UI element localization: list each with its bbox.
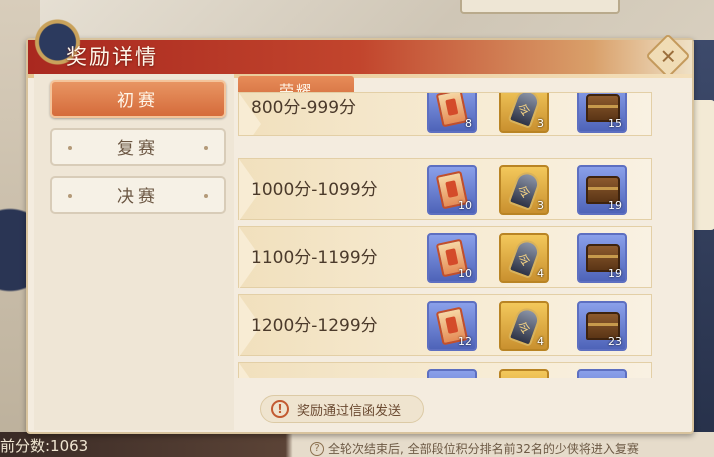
score-range: 1200分-1299分 <box>251 316 378 336</box>
reward-details-dialog: 奖励详情 ✕ 初赛 复赛 决赛 荣耀 800分-999分 8 3 15 1000… <box>8 6 694 434</box>
item-count: 10 <box>458 267 472 280</box>
reward-item[interactable]: 15 <box>577 93 627 133</box>
score-range: 800分-999分 <box>251 98 357 118</box>
item-count: 3 <box>537 117 544 130</box>
reward-item[interactable]: 4 <box>499 301 549 351</box>
reward-row: 1000分-1099分 10 3 19 <box>238 158 652 221</box>
item-count: 19 <box>608 199 622 212</box>
close-button[interactable]: ✕ <box>645 33 691 79</box>
item-count: 15 <box>608 117 622 130</box>
close-icon: ✕ <box>659 43 677 68</box>
reward-item[interactable] <box>499 369 549 378</box>
scroll-icon <box>435 93 469 128</box>
reward-item[interactable]: 19 <box>577 165 627 215</box>
reward-item[interactable]: 8 <box>427 93 477 133</box>
item-count: 23 <box>608 335 622 348</box>
tab-label: 初赛 <box>117 91 159 111</box>
tab-preliminary[interactable]: 初赛 <box>50 80 226 118</box>
reward-item[interactable]: 3 <box>499 93 549 133</box>
reward-row-partial <box>238 362 652 378</box>
reward-row: 800分-999分 8 3 15 <box>238 92 652 136</box>
bottom-rule-note: ? 全轮次结束后, 全部段位积分排名前32名的少侠将进入复赛 <box>310 440 639 457</box>
score-range: 1000分-1099分 <box>251 180 378 200</box>
item-count: 3 <box>537 199 544 212</box>
mail-notice: ! 奖励通过信函发送 <box>260 395 424 423</box>
notice-text: 奖励通过信函发送 <box>297 403 402 419</box>
stage-tab-panel: 初赛 复赛 决赛 <box>34 74 234 430</box>
reward-item[interactable] <box>427 369 477 378</box>
tab-label: 决赛 <box>117 187 159 207</box>
score-range: 1100分-1199分 <box>251 248 378 268</box>
reward-item[interactable]: 12 <box>427 301 477 351</box>
tab-second-round[interactable]: 复赛 <box>50 128 226 166</box>
item-count: 4 <box>537 267 544 280</box>
dialog-title: 奖励详情 <box>66 45 158 69</box>
dialog-header: 奖励详情 ✕ <box>8 6 692 79</box>
help-icon[interactable]: ? <box>310 441 324 456</box>
warning-icon: ! <box>271 400 289 418</box>
reward-row: 1200分-1299分 12 4 23 <box>238 294 652 357</box>
reward-item[interactable]: 23 <box>577 301 627 351</box>
background-top-button <box>460 0 620 14</box>
reward-row: 1100分-1199分 10 4 19 <box>238 226 652 289</box>
item-count: 19 <box>608 267 622 280</box>
item-count: 4 <box>537 335 544 348</box>
reward-list[interactable]: 荣耀 800分-999分 8 3 15 1000分-1099分 10 3 19 … <box>236 74 656 378</box>
tab-label: 复赛 <box>117 139 159 159</box>
tab-final[interactable]: 决赛 <box>50 176 226 214</box>
reward-item[interactable]: 4 <box>499 233 549 283</box>
reward-item[interactable]: 10 <box>427 165 477 215</box>
item-count: 10 <box>458 199 472 212</box>
item-count: 8 <box>465 117 472 130</box>
current-score: 前分数:1063 <box>0 437 89 455</box>
reward-item[interactable]: 10 <box>427 233 477 283</box>
reward-item[interactable]: 3 <box>499 165 549 215</box>
item-count: 12 <box>458 335 472 348</box>
reward-item[interactable]: 19 <box>577 233 627 283</box>
bottom-rule-text: 全轮次结束后, 全部段位积分排名前32名的少侠将进入复赛 <box>328 442 639 456</box>
reward-item[interactable] <box>577 369 627 378</box>
